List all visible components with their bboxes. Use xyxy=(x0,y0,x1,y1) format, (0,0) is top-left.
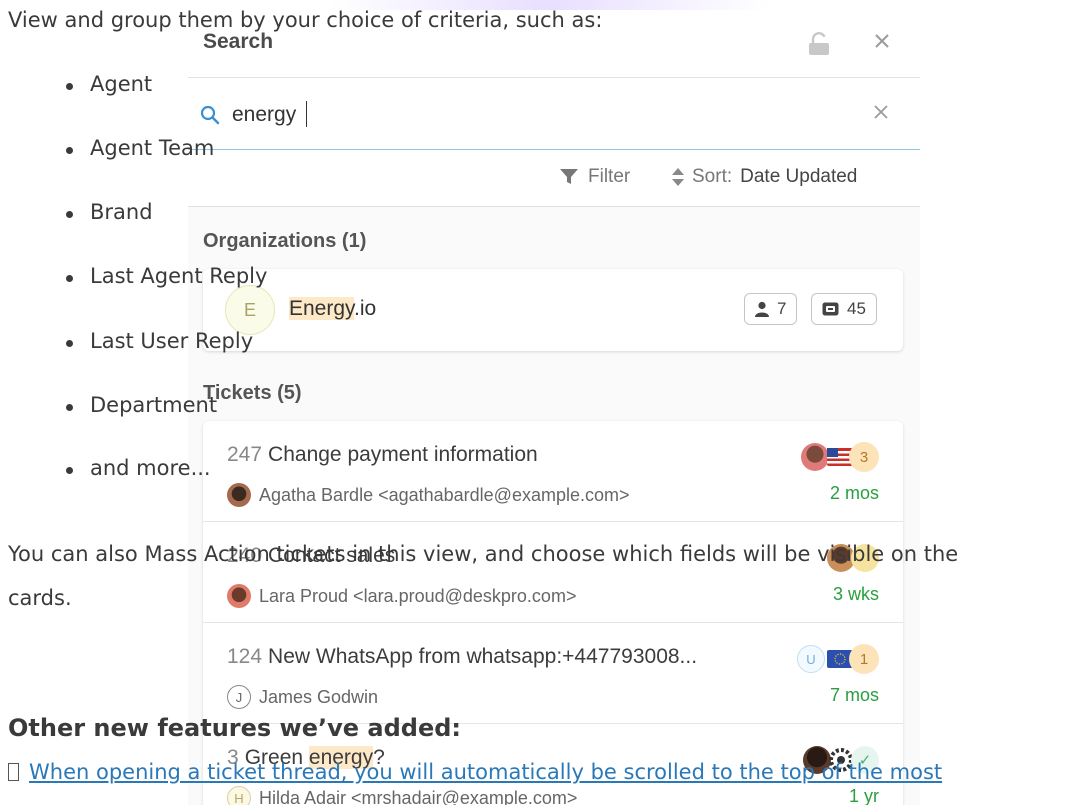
sort-value: Date Updated xyxy=(740,166,858,187)
list-item: Last User Reply xyxy=(66,329,253,353)
ticket-row[interactable]: 124 New WhatsApp from whatsapp:+447793008… xyxy=(203,623,903,724)
search-bar xyxy=(188,78,920,150)
list-item: Last Agent Reply xyxy=(66,264,267,288)
feature-list-item: When opening a ticket thread, you will a… xyxy=(8,760,942,784)
features-heading: Other new features we’ve added: xyxy=(8,714,461,742)
ticket-results-list: 247 Change payment information 3 Agatha B… xyxy=(203,421,903,805)
sort-button[interactable]: Sort: Date Updated xyxy=(672,166,857,188)
organization-result[interactable]: E Energy.io 7 45 xyxy=(203,269,903,351)
organization-name: Energy.io xyxy=(289,297,377,320)
count-badge: 1 xyxy=(849,644,879,674)
ticket-count-badge: 45 xyxy=(811,293,877,325)
search-input[interactable] xyxy=(232,100,832,130)
ticket-age: 7 mos xyxy=(829,685,879,705)
panel-title: Search xyxy=(203,30,274,53)
funnel-icon xyxy=(560,169,578,184)
user-initial-avatar: H xyxy=(227,786,251,805)
search-panel: Search Filter Sort: D xyxy=(188,10,920,805)
list-item: and more... xyxy=(66,456,211,480)
close-icon[interactable] xyxy=(873,32,891,50)
list-item: Agent Team xyxy=(66,136,214,160)
ticket-badges: 3 xyxy=(801,441,879,473)
user-avatar xyxy=(227,483,251,507)
organization-avatar: E xyxy=(225,285,275,335)
count-badge: 3 xyxy=(849,442,879,472)
list-item: Agent xyxy=(66,72,152,96)
mass-action-paragraph: You can also Mass Action tickets in this… xyxy=(8,542,959,566)
mass-action-paragraph-end: cards. xyxy=(8,586,72,610)
ticket-age: 1 yr xyxy=(848,786,879,805)
sort-prefix: Sort: xyxy=(692,166,733,187)
list-item: Brand xyxy=(66,200,153,224)
missing-glyph-icon xyxy=(8,763,19,781)
ticket-age: 2 mos xyxy=(829,483,879,503)
people-count-badge: 7 xyxy=(744,293,798,325)
ticket-title: 247 Change payment information xyxy=(227,443,538,466)
search-highlight: Energy xyxy=(289,297,354,320)
agent-avatar xyxy=(801,443,829,471)
user-initial-avatar: J xyxy=(227,685,251,709)
text-caret xyxy=(306,101,307,127)
unlock-icon[interactable] xyxy=(808,32,830,56)
ticket-person: Lara Proud <lara.proud@deskpro.com> xyxy=(227,584,576,608)
ticket-title: 124 New WhatsApp from whatsapp:+447793008… xyxy=(227,645,698,668)
clear-search-icon[interactable] xyxy=(873,104,889,120)
list-item: Department xyxy=(66,393,217,417)
sort-icon xyxy=(672,168,684,186)
ticket-row[interactable]: 247 Change payment information 3 Agatha B… xyxy=(203,421,903,522)
ticket-row[interactable]: 240 Contact sales Lara Proud <lara.proud@… xyxy=(203,522,903,623)
user-initial-badge: U xyxy=(797,645,825,673)
filter-sort-bar: Filter Sort: Date Updated xyxy=(188,150,920,207)
ticket-person: Agatha Bardle <agathabardle@example.com> xyxy=(227,483,630,507)
ticket-icon xyxy=(822,302,839,316)
feature-link[interactable]: When opening a ticket thread, you will a… xyxy=(29,760,942,784)
person-icon xyxy=(755,301,769,317)
filter-label: Filter xyxy=(588,166,631,187)
search-icon xyxy=(200,105,220,125)
ticket-person: H Hilda Adair <mrshadair@example.com> xyxy=(227,786,577,805)
tickets-section-title: Tickets (5) xyxy=(203,382,302,404)
ticket-person: J James Godwin xyxy=(227,685,378,709)
user-avatar xyxy=(227,584,251,608)
intro-paragraph: View and group them by your choice of cr… xyxy=(8,8,603,32)
filter-button[interactable]: Filter xyxy=(560,166,630,188)
ticket-badges: U 1 xyxy=(797,643,879,675)
organizations-section-title: Organizations (1) xyxy=(203,230,367,252)
ticket-age: 3 wks xyxy=(832,584,879,604)
